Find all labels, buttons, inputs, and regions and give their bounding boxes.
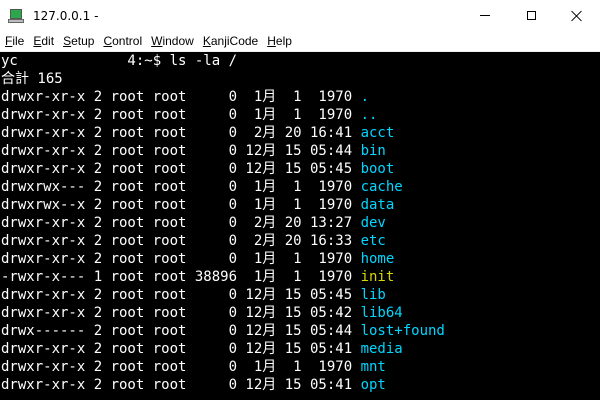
listing-row: drwxr-xr-x 2 root root 0 2月 20 16:33 etc bbox=[1, 232, 600, 250]
listing-row: drwxr-xr-x 2 root root 0 12月 15 05:41 op… bbox=[1, 376, 600, 394]
listing-row: -rwxr-x--- 1 root root 38896 1月 1 1970 i… bbox=[1, 268, 600, 286]
listing-meta: drwxr-xr-x 2 root root 0 1月 1 1970 bbox=[1, 359, 361, 375]
close-icon bbox=[571, 10, 583, 22]
listing-row: drwxr-xr-x 2 root root 0 12月 15 05:45 li… bbox=[1, 286, 600, 304]
menu-bar: File Edit Setup Control Window KanjiCode Help bbox=[0, 31, 600, 52]
listing-filename: lib64 bbox=[360, 305, 403, 321]
listing-meta: drwxr-xr-x 2 root root 0 12月 15 05:44 bbox=[1, 143, 361, 159]
listing-filename: boot bbox=[360, 161, 395, 177]
listing-filename: media bbox=[360, 341, 403, 357]
listing-meta: drwxr-xr-x 2 root root 0 12月 15 05:41 bbox=[1, 341, 361, 357]
listing-meta: drwxrwx--- 2 root root 0 1月 1 1970 bbox=[1, 179, 361, 195]
minimize-button[interactable] bbox=[462, 0, 508, 31]
maximize-icon bbox=[526, 11, 536, 20]
listing-filename: lost+found bbox=[360, 323, 445, 339]
minimize-icon bbox=[480, 15, 490, 16]
maximize-button[interactable] bbox=[508, 0, 554, 31]
listing-filename: lib bbox=[360, 287, 386, 303]
terminal-output[interactable]: yc 4:~$ ls -la / 合計 165 drwxr-xr-x 2 roo… bbox=[0, 52, 600, 400]
listing-filename: bin bbox=[360, 143, 386, 159]
listing-meta: drwxr-xr-x 2 root root 0 2月 20 13:27 bbox=[1, 215, 361, 231]
window-controls bbox=[462, 0, 600, 31]
listing-row: drwxr-xr-x 2 root root 0 12月 15 05:44 bi… bbox=[1, 142, 600, 160]
listing-row: drwx------ 2 root root 0 12月 15 05:44 lo… bbox=[1, 322, 600, 340]
listing-meta: drwx------ 2 root root 0 12月 15 05:44 bbox=[1, 323, 361, 339]
listing-filename: .. bbox=[360, 107, 378, 123]
listing-filename: cache bbox=[360, 179, 403, 195]
menu-help[interactable]: Help bbox=[262, 31, 296, 51]
menu-file[interactable]: File bbox=[0, 31, 28, 51]
listing-filename: mnt bbox=[360, 359, 386, 375]
listing-meta: drwxr-xr-x 2 root root 0 1月 1 1970 bbox=[1, 89, 361, 105]
prompt-line: yc 4:~$ ls -la / bbox=[1, 53, 238, 69]
menu-control[interactable]: Control bbox=[98, 31, 146, 51]
title-bar[interactable]: 127.0.0.1 - bbox=[0, 0, 600, 31]
listing-row: drwxr-xr-x 2 root root 0 12月 15 05:45 bo… bbox=[1, 160, 600, 178]
listing-row: drwxr-xr-x 2 root root 0 2月 20 16:41 acc… bbox=[1, 124, 600, 142]
listing-filename: data bbox=[360, 197, 395, 213]
listing-filename: acct bbox=[360, 125, 395, 141]
listing-filename: etc bbox=[360, 233, 386, 249]
listing-filename: dev bbox=[360, 215, 386, 231]
listing-meta: drwxr-xr-x 2 root root 0 1月 1 1970 bbox=[1, 107, 361, 123]
window-title: 127.0.0.1 - bbox=[33, 8, 99, 23]
listing-filename: opt bbox=[360, 377, 386, 393]
menu-edit[interactable]: Edit bbox=[28, 31, 58, 51]
listing-row: drwxr-xr-x 2 root root 0 1月 1 1970 mnt bbox=[1, 358, 600, 376]
listing-meta: drwxr-xr-x 2 root root 0 12月 15 05:42 bbox=[1, 305, 361, 321]
listing-filename: home bbox=[360, 251, 395, 267]
listing-meta: drwxr-xr-x 2 root root 0 12月 15 05:45 bbox=[1, 161, 361, 177]
close-button[interactable] bbox=[554, 0, 600, 31]
listing-row: drwxrwx--x 2 root root 0 1月 1 1970 data bbox=[1, 196, 600, 214]
menu-window[interactable]: Window bbox=[146, 31, 198, 51]
listing-filename: . bbox=[360, 89, 370, 105]
listing-meta: drwxr-xr-x 2 root root 0 12月 15 05:45 bbox=[1, 287, 361, 303]
listing-meta: drwxr-xr-x 2 root root 0 2月 20 16:41 bbox=[1, 125, 361, 141]
listing-row: drwxr-xr-x 2 root root 0 1月 1 1970 home bbox=[1, 250, 600, 268]
listing-row: drwxr-xr-x 2 root root 0 1月 1 1970 .. bbox=[1, 106, 600, 124]
listing-meta: drwxr-xr-x 2 root root 0 2月 20 16:33 bbox=[1, 233, 361, 249]
listing-meta: drwxr-xr-x 2 root root 0 1月 1 1970 bbox=[1, 251, 361, 267]
listing-meta: -rwxr-x--- 1 root root 38896 1月 1 1970 bbox=[1, 269, 361, 285]
terminal-window: 127.0.0.1 - File Edit Setup Control Window Ka… bbox=[0, 0, 600, 400]
listing-row: drwxrwx--- 2 root root 0 1月 1 1970 cache bbox=[1, 178, 600, 196]
listing-row: drwxr-xr-x 2 root root 0 2月 20 13:27 dev bbox=[1, 214, 600, 232]
total-line: 合計 165 bbox=[1, 71, 63, 87]
listing-row: drwxr-xr-x 2 root root 0 12月 15 05:41 me… bbox=[1, 340, 600, 358]
terminal-app-icon[interactable] bbox=[8, 8, 24, 24]
listing-meta: drwxrwx--x 2 root root 0 1月 1 1970 bbox=[1, 197, 361, 213]
listing-row: drwxr-xr-x 2 root root 0 12月 15 05:42 li… bbox=[1, 304, 600, 322]
menu-kanjicode[interactable]: KanjiCode bbox=[198, 31, 262, 51]
listing-row: drwxr-xr-x 2 root root 0 1月 1 1970 . bbox=[1, 88, 600, 106]
listing-filename: init bbox=[360, 269, 395, 285]
menu-setup[interactable]: Setup bbox=[58, 31, 98, 51]
listing-meta: drwxr-xr-x 2 root root 0 12月 15 05:41 bbox=[1, 377, 361, 393]
